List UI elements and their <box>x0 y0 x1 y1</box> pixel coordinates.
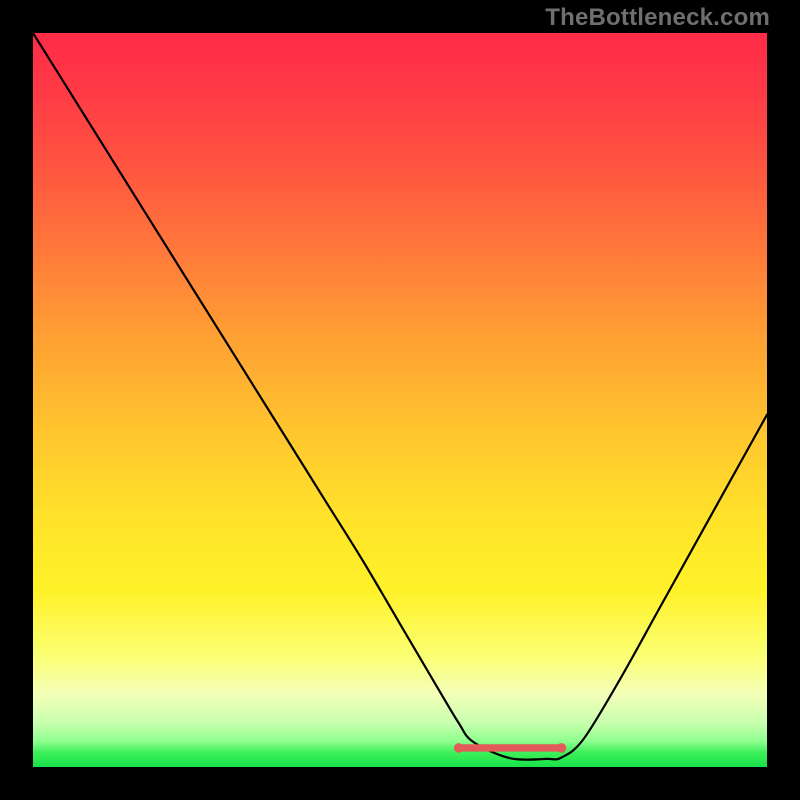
flat-segment-left-dot <box>454 743 464 753</box>
curve-group <box>33 33 767 760</box>
chart-frame: TheBottleneck.com <box>0 0 800 800</box>
plot-area <box>33 33 767 767</box>
flat-segment-right-dot <box>557 743 567 753</box>
bottleneck-curve <box>33 33 767 760</box>
chart-svg <box>33 33 767 767</box>
watermark-text: TheBottleneck.com <box>545 4 770 32</box>
